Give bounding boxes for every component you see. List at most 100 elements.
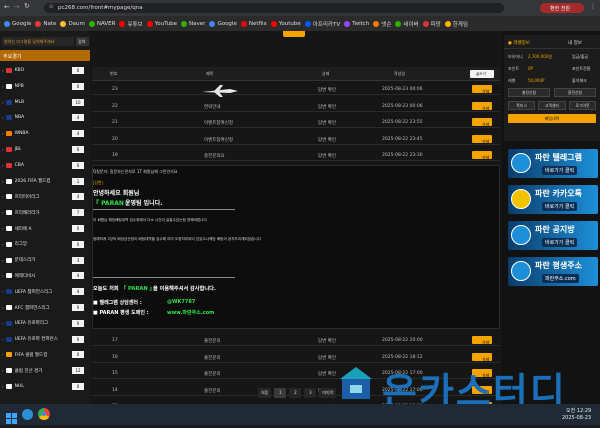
attendance-link[interactable]: 출석체크 — [572, 78, 587, 84]
table-row[interactable]: 22 연락안내 답변 확인 2025-08-23 00:06 삭제 — [92, 101, 500, 112]
sidebar-league-item[interactable]: › CBA 0 — [2, 160, 86, 171]
row-title[interactable]: 출전문의 — [204, 371, 221, 377]
league-label: 세리에 A — [14, 226, 32, 232]
bookmark-item[interactable]: Youtube — [270, 20, 301, 27]
table-row[interactable]: 19 충전문의요 답변 확인 2025-08-22 23:30 삭제 — [92, 150, 500, 161]
league-label: 분데스리가 — [14, 258, 36, 264]
withdraw-button[interactable]: 환전신청 — [554, 88, 596, 97]
table-row[interactable]: 21 이벤트참여신청 답변 확인 2025-08-22 23:55 삭제 — [92, 117, 500, 128]
start-icon[interactable] — [6, 409, 17, 424]
row-title[interactable]: 출전문의 — [204, 355, 221, 361]
delete-button[interactable]: 삭제 — [472, 101, 492, 111]
write-button[interactable]: 글쓰기 — [470, 70, 494, 78]
table-row[interactable]: 20 이벤트참여신청 답변 확인 2025-08-22 23:45 삭제 — [92, 134, 500, 145]
page-button[interactable]: 3 — [304, 388, 317, 398]
search-button[interactable]: 검색 — [76, 37, 89, 46]
reload-icon[interactable]: ↻ — [24, 2, 30, 10]
bookmark-item[interactable]: 한게임 — [444, 20, 468, 28]
league-flag-icon — [5, 99, 12, 105]
bookmark-item[interactable]: 유튜브 — [119, 20, 143, 28]
table-row[interactable]: 23 답변 확인 2025-08-23 00:06 삭제 — [92, 84, 500, 95]
sidebar-league-item[interactable]: › WNBA 4 — [2, 128, 86, 139]
league-count-badge: 12 — [72, 367, 84, 375]
promo-banner[interactable]: 파란 카카오톡 바로가기 클릭 — [508, 185, 598, 214]
delete-button[interactable]: 삭제 — [472, 352, 492, 362]
bookmark-item[interactable]: Nate — [35, 20, 56, 27]
league-count-badge: 0 — [72, 82, 84, 90]
league-label: NPB — [14, 83, 24, 89]
charge-button[interactable]: 충전신청 — [508, 88, 550, 97]
profile-button[interactable]: 환한 천원 — [540, 3, 584, 13]
menu-icon[interactable]: ⋮ — [590, 3, 596, 10]
forward-icon[interactable]: → — [14, 3, 20, 11]
bookmark-label: Google — [12, 20, 32, 27]
point-convert-link[interactable]: 포인트전환 — [572, 66, 590, 72]
sidebar-league-item[interactable]: › 분데스리가 3 — [2, 255, 86, 266]
row-title[interactable]: 충전문의요 — [204, 153, 225, 159]
sidebar-league-item[interactable]: › 프리미어리그 4 — [2, 191, 86, 202]
sidebar-league-item[interactable]: › UEFA 유로파리그 0 — [2, 318, 86, 329]
bookmark-item[interactable]: 넷슨 — [373, 20, 391, 28]
bookmark-item[interactable]: Naver — [181, 20, 205, 27]
message-button[interactable]: 쪽지 0 — [508, 101, 535, 110]
sidebar-league-item[interactable]: › 리그앙 0 — [2, 239, 86, 250]
delete-button[interactable]: 삭제 — [472, 151, 492, 160]
domain-value[interactable]: www.파란주소.com — [167, 309, 214, 316]
chevron-right-icon: › — [2, 320, 4, 326]
sidebar-league-item[interactable]: › NBA 4 — [2, 112, 86, 123]
telegram-id[interactable]: @WK7787 — [167, 299, 195, 305]
bookmark-item[interactable]: 아프리카TV — [304, 20, 340, 28]
promo-banner[interactable]: 파란 평생주소 파란주소.com — [508, 257, 598, 286]
back-icon[interactable]: ← — [4, 3, 10, 11]
sidebar-league-item[interactable]: › UEFA 챔피언스리그 4 — [2, 286, 86, 297]
bookmark-item[interactable]: Google — [4, 20, 32, 27]
sidebar-league-item[interactable]: › 프리메라리가 7 — [2, 207, 86, 218]
qna-tab[interactable] — [283, 31, 305, 37]
bookmark-item[interactable]: Twitch — [344, 20, 369, 27]
sidebar-league-item[interactable]: › NPB 0 — [2, 81, 86, 92]
address-field[interactable]: ⊙ pc268.com/front#mypage/qna — [44, 3, 504, 13]
sidebar-league-item[interactable]: › 2026 FIFA 월드컵 1 — [2, 176, 86, 187]
promo-banner[interactable]: 파란 텔레그램 바로가기 클릭 — [508, 149, 598, 178]
delete-button[interactable]: 삭제 — [472, 118, 492, 127]
sidebar-league-item[interactable]: › 세리에 A 0 — [2, 223, 86, 234]
sidebar-league-item[interactable]: › AFC 챔피언스리그 0 — [2, 302, 86, 313]
bookmark-item[interactable]: YouTube — [146, 20, 177, 27]
sidebar-league-item[interactable]: › FIFA 클럽 월드컵 0 — [2, 349, 86, 360]
delete-button[interactable]: 삭제 — [472, 134, 492, 144]
charge-link[interactable]: 입금/출금 — [572, 54, 588, 60]
bookmark-item[interactable]: NAVER — [88, 20, 115, 27]
page-button[interactable]: 처음 — [258, 388, 272, 398]
sidebar-league-item[interactable]: › KBO 0 — [2, 65, 86, 76]
page-button[interactable]: 2 — [289, 388, 302, 398]
row-title[interactable]: 출전문의 — [204, 338, 221, 344]
sidebar-league-item[interactable]: › UEFA 유로파 컨퍼런스 0 — [2, 334, 86, 345]
league-search-input[interactable]: 원하는 리그명을 입력해주세요 — [2, 37, 74, 46]
row-title[interactable]: 이벤트참여신청 — [204, 137, 233, 143]
table-row[interactable]: 17 출전문의 답변 확인 2025-08-22 20:00 삭제 — [92, 335, 500, 346]
sidebar-league-item[interactable]: › JBL 0 — [2, 144, 86, 155]
bookmark-item[interactable]: 피망 — [422, 20, 441, 28]
page-button[interactable]: 1 — [274, 388, 287, 398]
sidebar-league-item[interactable]: › 클럽 친선 경기 12 — [2, 365, 86, 376]
sidebar-league-item[interactable]: › NHL 0 — [2, 381, 86, 392]
bookmark-item[interactable]: 네이버 — [395, 20, 419, 28]
bookmark-item[interactable]: Google — [209, 20, 237, 27]
bookmark-item[interactable]: Daum — [60, 20, 85, 27]
sidebar-league-item[interactable]: › 에레디비시 4 — [2, 270, 86, 281]
row-title[interactable]: 출전문의 — [204, 388, 221, 394]
bookmark-item[interactable]: Netflix — [240, 20, 267, 27]
bet-history-button[interactable]: 배팅내역 — [508, 114, 596, 123]
sidebar-league-item[interactable]: › MLB 10 — [2, 97, 86, 108]
panel-title[interactable]: 내 정보 — [568, 40, 582, 46]
header-title: 제목 — [206, 71, 214, 76]
promo-banner[interactable]: 파란 공지방 바로가기 클릭 — [508, 221, 598, 250]
row-title[interactable]: 연락안내 — [204, 104, 221, 110]
row-title[interactable]: 이벤트참여신청 — [204, 120, 233, 126]
delete-button[interactable]: 삭제 — [472, 85, 492, 94]
delete-button[interactable]: 삭제 — [472, 336, 492, 345]
support-button[interactable]: 고객센터 — [538, 101, 566, 110]
logout-button[interactable]: 로그아웃 — [569, 101, 596, 110]
page-button[interactable]: 마지막 — [319, 388, 337, 398]
edge-icon[interactable] — [22, 409, 33, 420]
